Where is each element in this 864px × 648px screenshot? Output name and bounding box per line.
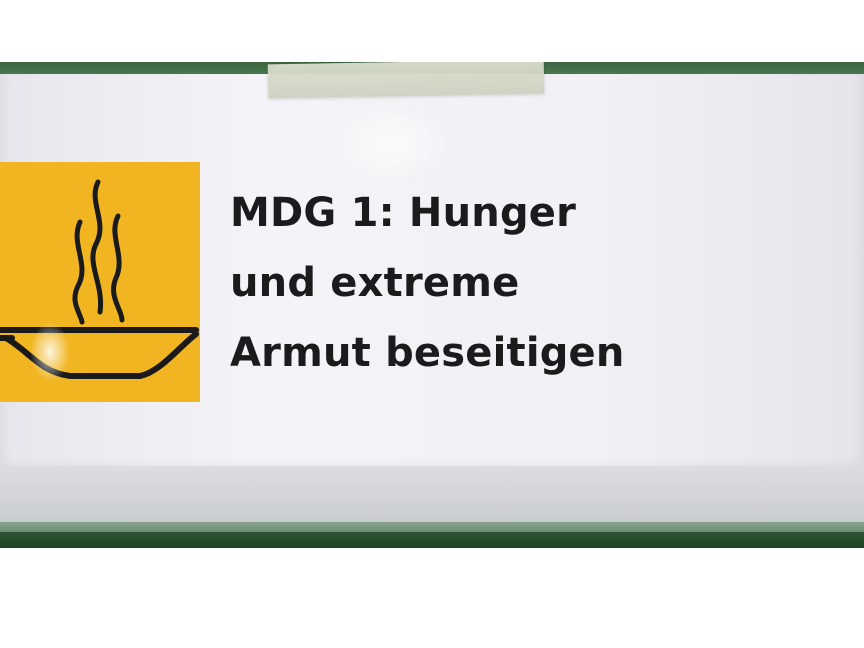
- sign-line-2: und extreme: [230, 260, 520, 306]
- sign-line-3: Armut beseitigen: [230, 330, 625, 376]
- sign-line-1: MDG 1: Hunger: [230, 190, 577, 236]
- paper-sign: MDG 1: Hunger und extreme Armut beseitig…: [0, 74, 864, 476]
- sign-text: MDG 1: Hunger und extreme Armut beseitig…: [230, 178, 625, 388]
- green-board-bottom: [0, 532, 864, 548]
- laminate-lower: [0, 466, 864, 526]
- light-glare: [330, 104, 450, 184]
- adhesive-tape: [267, 62, 545, 99]
- icon-glare: [30, 322, 70, 382]
- hunger-icon-box: [0, 162, 200, 402]
- photo: MDG 1: Hunger und extreme Armut beseitig…: [0, 62, 864, 548]
